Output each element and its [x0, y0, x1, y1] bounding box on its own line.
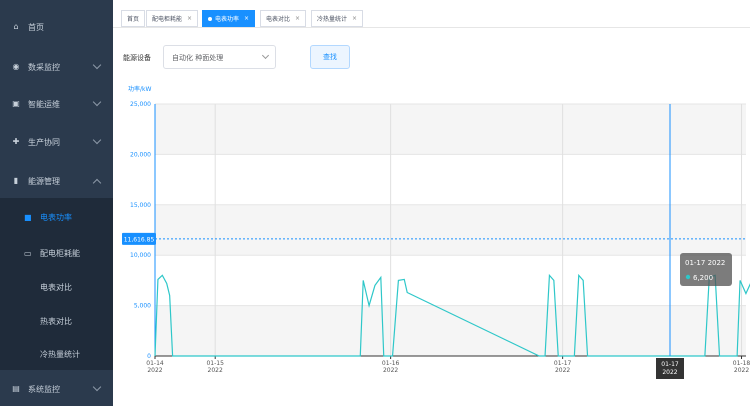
sync-icon: ✚ — [12, 137, 20, 146]
sidebar-item-label: 系统监控 — [28, 384, 60, 394]
chevron-down-icon — [92, 135, 102, 145]
tooltip-box — [680, 253, 732, 286]
meter-icon: ■ — [24, 212, 32, 222]
close-icon[interactable]: × — [244, 15, 249, 22]
cursor-date-label: 01-17 — [661, 361, 679, 368]
y-tick-label: 15,000 — [130, 202, 151, 209]
sidebar-subitem-meter-compare[interactable]: 电表对比 — [0, 270, 113, 304]
tab-label: 电表对比 — [266, 16, 291, 23]
close-icon[interactable]: × — [187, 15, 192, 22]
sidebar-subitem-label: 电表对比 — [40, 282, 72, 292]
close-icon[interactable]: × — [295, 15, 300, 22]
sidebar-item-label: 能源管理 — [28, 176, 60, 186]
sidebar-subitem-heat-stats[interactable]: 冷热量统计 — [0, 337, 113, 371]
device-select-value: 自动化 种面处理 — [172, 54, 224, 62]
x-tick-year-label: 2022 — [555, 367, 570, 374]
y-tick-label: 10,000 — [130, 252, 151, 259]
reference-badge — [122, 232, 156, 245]
chevron-up-icon — [92, 178, 102, 188]
x-tick-label: 01-15 — [206, 360, 224, 367]
tooltip-value: 6,200 — [693, 274, 713, 282]
chevron-down-icon — [92, 97, 102, 107]
chart-band — [155, 305, 746, 356]
x-tick-label: 01-14 — [146, 360, 164, 367]
tab-label: 配电柜耗能 — [152, 16, 183, 23]
sidebar-item-label: 智能运维 — [28, 99, 60, 109]
energy-submenu: ■ 电表功率 ▭ 配电柜耗能 电表对比 热表对比 冷热量统计 — [0, 198, 113, 370]
tab-heat-stats[interactable]: 冷热量统计 × — [311, 10, 364, 27]
sidebar-item-label: 数采监控 — [28, 62, 60, 72]
bar-chart-icon: ▮ — [13, 176, 19, 185]
device-select[interactable]: 自动化 种面处理 — [163, 45, 276, 69]
sidebar-subitem-cabinet-energy[interactable]: ▭ 配电柜耗能 — [0, 236, 113, 270]
tab-label: 首页 — [127, 16, 140, 23]
chevron-down-icon — [92, 382, 102, 392]
tab-bar: 首页 配电柜耗能 × 电表功率 × 电表对比 × 冷热量统计 × — [113, 0, 750, 28]
home-icon: ⌂ — [13, 22, 19, 31]
chart-band — [155, 104, 746, 155]
sidebar-subitem-heat-compare[interactable]: 热表对比 — [0, 304, 113, 338]
active-dot-icon — [208, 16, 212, 21]
x-tick-label: 01-16 — [382, 360, 400, 367]
tab-label: 冷热量统计 — [317, 16, 348, 23]
x-tick-label: 01-17 — [554, 360, 572, 367]
sidebar-subitem-label: 热表对比 — [40, 316, 72, 326]
reference-value-label: 11,616.85 — [124, 236, 155, 243]
tab-meter-compare[interactable]: 电表对比 × — [260, 10, 307, 27]
chevron-down-icon — [261, 51, 270, 60]
y-tick-label: 5,000 — [134, 303, 151, 310]
sidebar-subitem-label: 电表功率 — [40, 212, 72, 222]
sidebar-item-home[interactable]: ⌂ 首页 — [0, 10, 113, 44]
sidebar: ⌂ 首页 ◉ 数采监控 ▣ 智能运维 ✚ 生产协同 ▮ 能源管理 ■ 电表功率 … — [0, 0, 113, 406]
tab-meter-power[interactable]: 电表功率 × — [202, 10, 256, 27]
x-tick-year-label: 2022 — [734, 367, 749, 374]
y-axis-label: 功率/kW — [128, 86, 152, 93]
x-tick-year-label: 2022 — [383, 367, 398, 374]
y-tick-label: 25,000 — [130, 101, 151, 108]
chevron-down-icon — [92, 60, 102, 70]
sidebar-item-system[interactable]: ▤ 系统监控 — [0, 372, 113, 406]
x-tick-year-label: 2022 — [147, 367, 162, 374]
sidebar-subitem-meter-power[interactable]: ■ 电表功率 — [0, 200, 113, 234]
sidebar-item-energy[interactable]: ▮ 能源管理 — [0, 164, 113, 198]
tooltip-series-marker — [685, 274, 691, 280]
tooltip-title: 01-17 2022 — [685, 259, 725, 267]
device-filter-label: 能源设备 — [123, 54, 151, 62]
system-icon: ▤ — [12, 384, 20, 393]
sidebar-item-label: 生产协同 — [28, 137, 60, 147]
x-tick-year-label: 2022 — [208, 367, 223, 374]
monitor-icon: ◉ — [12, 62, 20, 71]
sidebar-item-production[interactable]: ✚ 生产协同 — [0, 125, 113, 159]
sidebar-subitem-label: 冷热量统计 — [40, 349, 80, 359]
sidebar-item-monitor[interactable]: ◉ 数采监控 — [0, 50, 113, 84]
tab-label: 电表功率 — [215, 16, 240, 23]
close-icon[interactable]: × — [352, 15, 357, 22]
sidebar-subitem-label: 配电柜耗能 — [40, 248, 80, 258]
y-tick-label: 20,000 — [130, 151, 151, 158]
chart-band — [155, 204, 746, 256]
cursor-year-label: 2022 — [662, 369, 677, 376]
cabinet-icon: ▭ — [24, 248, 32, 258]
tab-cabinet-energy[interactable]: 配电柜耗能 × — [146, 10, 199, 27]
query-button[interactable]: 查找 — [310, 45, 350, 69]
tab-home[interactable]: 首页 — [121, 10, 146, 27]
series-line — [154, 273, 750, 357]
wrench-icon: ▣ — [12, 99, 20, 108]
cursor-date-badge — [656, 358, 684, 379]
sidebar-item-maintenance[interactable]: ▣ 智能运维 — [0, 87, 113, 121]
sidebar-item-label: 首页 — [28, 22, 44, 32]
y-tick-label: 0 — [147, 353, 151, 360]
x-tick-label: 01-18 — [733, 360, 750, 367]
